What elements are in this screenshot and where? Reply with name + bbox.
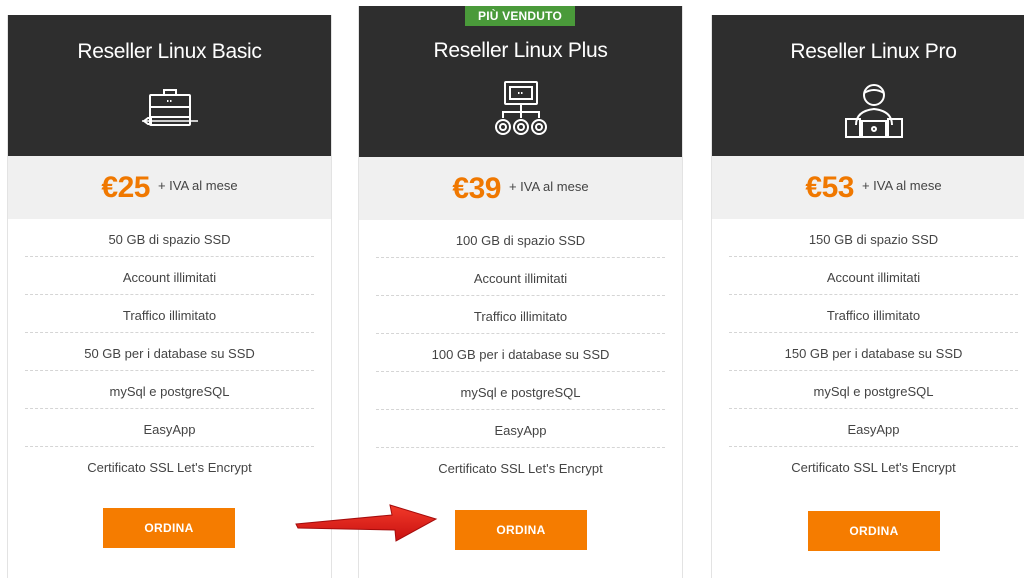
feature-list: 100 GB di spazio SSD Account illimitati …	[359, 220, 682, 486]
feature-item: 150 GB per i database su SSD	[729, 333, 1018, 371]
price: €39	[452, 171, 501, 205]
feature-item: 50 GB per i database su SSD	[25, 333, 314, 371]
plan-card-pro: Reseller Linux Pro €53 + IVA al mese 150…	[711, 15, 1024, 578]
feature-item: Certificato SSL Let's Encrypt	[438, 461, 603, 476]
price-suffix: + IVA al mese	[157, 178, 238, 193]
red-arrow-icon	[295, 504, 438, 542]
feature-item: EasyApp	[376, 410, 665, 448]
price-suffix: + IVA al mese	[861, 178, 942, 193]
user-laptop-icon	[844, 84, 903, 138]
feature-item: EasyApp	[25, 409, 314, 447]
order-button-basic[interactable]: ORDINA	[103, 508, 235, 548]
price: €53	[805, 170, 854, 204]
price-suffix: + IVA al mese	[508, 179, 589, 194]
plan-header: Reseller Linux Pro	[712, 15, 1024, 156]
best-seller-badge: PIÙ VENDUTO	[465, 6, 575, 26]
price-row: €53 + IVA al mese	[712, 156, 1024, 219]
price: €25	[101, 170, 150, 204]
feature-item: Account illimitati	[729, 257, 1018, 295]
feature-list: 50 GB di spazio SSD Account illimitati T…	[8, 219, 331, 485]
plan-title: Reseller Linux Pro	[790, 40, 957, 63]
feature-item: Traffico illimitato	[729, 295, 1018, 333]
plan-card-plus: PIÙ VENDUTO Reseller Linux Plus €39 + IV…	[358, 6, 683, 578]
briefcase-icon	[141, 89, 198, 126]
plan-title: Reseller Linux Basic	[77, 40, 262, 63]
feature-item: 100 GB per i database su SSD	[376, 334, 665, 372]
feature-item: Account illimitati	[376, 258, 665, 296]
price-row: €25 + IVA al mese	[8, 156, 331, 219]
order-button-pro[interactable]: ORDINA	[808, 511, 940, 551]
feature-item: Certificato SSL Let's Encrypt	[87, 460, 252, 475]
price-row: €39 + IVA al mese	[359, 157, 682, 220]
plan-header: PIÙ VENDUTO Reseller Linux Plus	[359, 6, 682, 157]
feature-item: Account illimitati	[25, 257, 314, 295]
feature-item: Traffico illimitato	[376, 296, 665, 334]
network-hierarchy-icon	[494, 81, 547, 135]
plan-card-basic: Reseller Linux Basic €25 + IVA al mese 5…	[7, 15, 332, 578]
plan-header: Reseller Linux Basic	[8, 15, 331, 156]
feature-item: EasyApp	[729, 409, 1018, 447]
feature-item: mySql e postgreSQL	[376, 372, 665, 410]
feature-item: Traffico illimitato	[25, 295, 314, 333]
feature-item: mySql e postgreSQL	[25, 371, 314, 409]
feature-item: 150 GB di spazio SSD	[729, 219, 1018, 257]
order-button-plus[interactable]: ORDINA	[455, 510, 587, 550]
feature-item: 50 GB di spazio SSD	[25, 219, 314, 257]
feature-item: mySql e postgreSQL	[729, 371, 1018, 409]
feature-list: 150 GB di spazio SSD Account illimitati …	[712, 219, 1024, 485]
feature-item: Certificato SSL Let's Encrypt	[791, 460, 956, 475]
feature-item: 100 GB di spazio SSD	[376, 220, 665, 258]
